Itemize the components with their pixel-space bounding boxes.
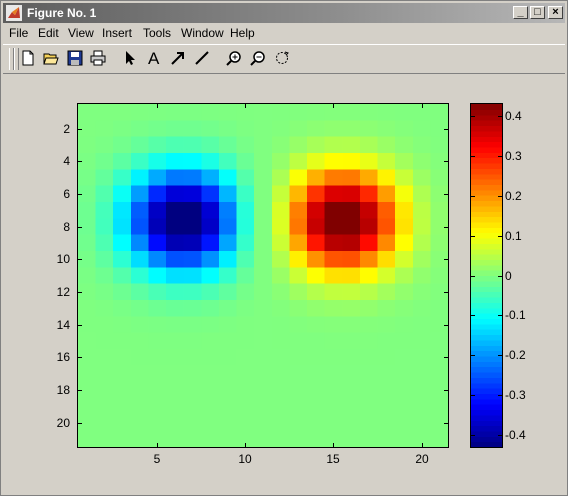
y-tick-mark (78, 325, 82, 326)
x-tick-mark (157, 443, 158, 447)
y-tick-mark (78, 129, 82, 130)
y-tick-mark (78, 194, 82, 195)
x-tick-mark (245, 104, 246, 108)
x-tick-label: 10 (238, 452, 252, 466)
rotate-3d-icon[interactable] (271, 47, 293, 69)
text-tool-label: A (148, 49, 160, 68)
colorbar-tick-mark (498, 156, 502, 157)
maximize-button[interactable]: □ (530, 6, 545, 19)
colorbar-tick-mark (498, 395, 502, 396)
open-file-icon[interactable] (40, 47, 62, 69)
x-tick-label: 20 (415, 452, 429, 466)
menu-insert[interactable]: Insert (102, 26, 132, 40)
menu-edit[interactable]: Edit (38, 26, 59, 40)
colorbar-tick-label: -0.2 (505, 348, 526, 362)
colorbar-tick-mark (471, 435, 475, 436)
y-tick-label: 12 (56, 285, 70, 299)
x-tick-mark (157, 104, 158, 108)
colorbar-tick-mark (471, 156, 475, 157)
y-tick-mark (78, 161, 82, 162)
y-tick-mark (444, 325, 448, 326)
y-tick-label: 16 (56, 350, 70, 364)
new-figure-icon[interactable] (17, 47, 39, 69)
y-tick-mark (78, 390, 82, 391)
y-tick-mark (78, 259, 82, 260)
y-tick-mark (444, 357, 448, 358)
colorbar-tick-label: 0.3 (505, 149, 522, 163)
colorbar-tick-mark (498, 116, 502, 117)
colorbar-tick-mark (471, 236, 475, 237)
arrow-icon[interactable] (167, 47, 189, 69)
y-tick-label: 4 (63, 154, 70, 168)
x-tick-mark (422, 104, 423, 108)
y-tick-label: 2 (63, 122, 70, 136)
select-arrow-icon[interactable] (119, 47, 141, 69)
colorbar-tick-mark (471, 116, 475, 117)
colorbar-tick-mark (498, 315, 502, 316)
colorbar-tick-mark (471, 315, 475, 316)
y-tick-label: 6 (63, 187, 70, 201)
y-tick-label: 14 (56, 318, 70, 332)
y-tick-mark (444, 129, 448, 130)
menu-view[interactable]: View (68, 26, 94, 40)
menu-tools[interactable]: Tools (143, 26, 171, 40)
y-tick-label: 8 (63, 220, 70, 234)
colorbar-tick-label: 0.2 (505, 189, 522, 203)
y-tick-mark (78, 292, 82, 293)
close-button[interactable]: × (548, 6, 563, 19)
figure-toolbar: A (3, 44, 565, 74)
colorbar-tick-mark (471, 395, 475, 396)
colorbar-tick-label: -0.1 (505, 308, 526, 322)
line-icon[interactable] (191, 47, 213, 69)
y-tick-mark (444, 194, 448, 195)
colorbar-tick-label: 0.1 (505, 229, 522, 243)
minimize-button[interactable]: _ (513, 6, 528, 19)
window-title: Figure No. 1 (27, 6, 97, 20)
colorbar-tick-mark (498, 196, 502, 197)
menu-bar: File Edit View Insert Tools Window Help (3, 24, 565, 42)
colorbar-tick-mark (498, 276, 502, 277)
colorbar-tick-label: -0.4 (505, 428, 526, 442)
menu-file[interactable]: File (9, 26, 28, 40)
x-tick-mark (422, 443, 423, 447)
colorbar-tick-label: 0 (505, 269, 512, 283)
colorbar-tick-mark (471, 355, 475, 356)
x-tick-label: 5 (153, 452, 161, 466)
y-tick-mark (444, 423, 448, 424)
colorbar-tick-mark (471, 276, 475, 277)
colorbar-tick-mark (471, 196, 475, 197)
x-tick-label: 15 (326, 452, 340, 466)
axes-frame (77, 103, 449, 448)
colorbar-tick-mark (498, 355, 502, 356)
title-bar[interactable]: Figure No. 1 _ □ × (3, 3, 565, 23)
y-tick-mark (444, 227, 448, 228)
y-tick-mark (444, 259, 448, 260)
matlab-logo-icon (6, 5, 22, 21)
colorbar-tick-label: -0.3 (505, 388, 526, 402)
menu-window[interactable]: Window (181, 26, 224, 40)
zoom-out-icon[interactable] (247, 47, 269, 69)
x-tick-mark (333, 104, 334, 108)
y-tick-mark (78, 227, 82, 228)
x-tick-mark (333, 443, 334, 447)
y-tick-mark (78, 423, 82, 424)
y-tick-mark (444, 390, 448, 391)
y-tick-mark (444, 292, 448, 293)
menu-help[interactable]: Help (230, 26, 255, 40)
y-tick-label: 20 (56, 416, 70, 430)
colorbar-tick-mark (498, 435, 502, 436)
figure-window: Figure No. 1 _ □ × File Edit View Insert… (0, 0, 568, 496)
colorbar-tick-label: 0.4 (505, 109, 522, 123)
y-tick-label: 10 (56, 252, 70, 266)
colorbar-tick-mark (498, 236, 502, 237)
x-tick-mark (245, 443, 246, 447)
y-tick-mark (444, 161, 448, 162)
y-tick-label: 18 (56, 383, 70, 397)
print-icon[interactable] (87, 47, 109, 69)
y-tick-mark (78, 357, 82, 358)
text-icon[interactable]: A (143, 47, 165, 69)
zoom-in-icon[interactable] (223, 47, 245, 69)
save-icon[interactable] (64, 47, 86, 69)
